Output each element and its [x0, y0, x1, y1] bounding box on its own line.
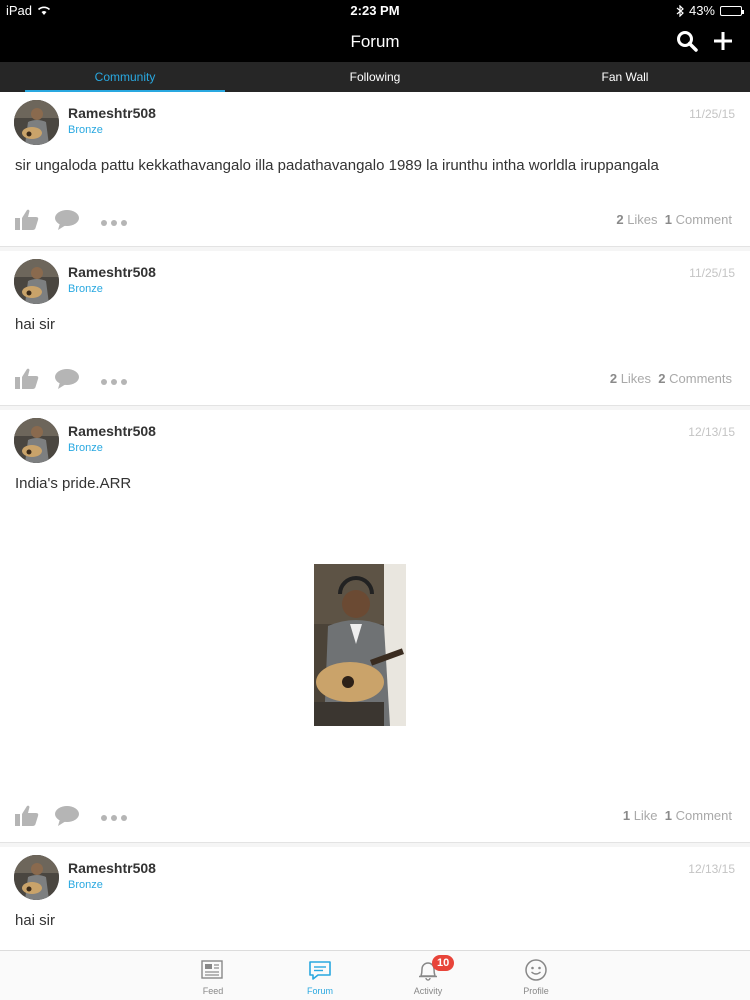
tab-forum-label: Forum: [306, 986, 333, 996]
post-text: hai sir: [15, 316, 56, 333]
avatar[interactable]: [14, 854, 59, 900]
more-options-icon[interactable]: [100, 214, 128, 232]
user-rank-badge: Bronze: [68, 283, 103, 295]
page-title: Forum: [350, 32, 400, 51]
likes-label: Like: [633, 807, 658, 823]
forum-post[interactable]: Rameshtr508 Bronze 12/13/15 India's prid…: [0, 410, 750, 843]
avatar[interactable]: [14, 100, 59, 145]
like-icon[interactable]: [14, 208, 40, 237]
battery-percent: 43%: [688, 3, 715, 18]
search-icon[interactable]: [676, 30, 698, 52]
navigation-bar: Forum: [0, 22, 750, 62]
post-photo[interactable]: [314, 563, 406, 726]
plus-icon[interactable]: [712, 30, 734, 52]
avatar[interactable]: [14, 259, 59, 304]
post-text: hai sir: [15, 911, 56, 929]
tab-profile-label: Profile: [523, 986, 549, 996]
notification-badge: 10: [432, 955, 455, 971]
chat-bubble-icon: [307, 957, 333, 983]
likes-count: 1: [622, 807, 631, 823]
tab-feed-label: Feed: [202, 986, 224, 996]
post-date: 12/13/15: [688, 861, 735, 876]
user-rank-badge: Bronze: [68, 124, 103, 136]
tab-profile[interactable]: Profile: [506, 957, 566, 996]
likes-label: Likes: [627, 212, 658, 227]
status-bar: iPad 2:23 PM 43%: [0, 0, 750, 22]
likes-count: 2: [616, 212, 624, 227]
clock: 2:23 PM: [350, 3, 400, 18]
comments-count: 2: [658, 371, 666, 386]
tab-fan-wall[interactable]: Fan Wall: [500, 62, 750, 92]
bluetooth-icon: [676, 4, 684, 17]
forum-tabs: Community Following Fan Wall: [0, 62, 750, 92]
tab-community[interactable]: Community: [0, 62, 250, 92]
smiley-icon: [523, 957, 549, 983]
bottom-tab-bar: Feed Forum 10 Activity Profile: [0, 950, 750, 1000]
newspaper-icon: [200, 957, 226, 983]
post-username[interactable]: Rameshtr508: [68, 860, 156, 876]
post-username[interactable]: Rameshtr508: [68, 423, 156, 439]
post-stats[interactable]: 2 Likes 2 Comments: [610, 371, 732, 386]
user-rank-badge: Bronze: [68, 878, 103, 891]
comments-label: Comments: [669, 371, 732, 386]
post-date: 11/25/15: [689, 266, 735, 280]
post-text: India's pride.ARR: [15, 475, 132, 492]
avatar[interactable]: [14, 418, 59, 463]
post-date: 12/13/15: [688, 425, 735, 439]
like-icon[interactable]: [14, 367, 40, 396]
more-options-icon[interactable]: [100, 809, 128, 827]
comments-count: 1: [664, 807, 673, 823]
tab-following[interactable]: Following: [250, 62, 500, 92]
comment-icon[interactable]: [54, 805, 80, 832]
user-rank-badge: Bronze: [68, 442, 103, 454]
post-username[interactable]: Rameshtr508: [68, 264, 156, 280]
tab-forum[interactable]: Forum: [290, 957, 350, 996]
post-username[interactable]: Rameshtr508: [68, 105, 156, 121]
post-stats[interactable]: 2 Likes 1 Comment: [616, 212, 732, 227]
forum-post[interactable]: Rameshtr508 Bronze 12/13/15 hai sir: [0, 847, 750, 951]
comment-icon[interactable]: [54, 209, 80, 236]
battery-icon: [720, 5, 744, 16]
forum-feed[interactable]: Rameshtr508 Bronze 11/25/15 sir ungaloda…: [0, 92, 750, 950]
post-date: 11/25/15: [689, 107, 735, 121]
likes-label: Likes: [620, 371, 652, 386]
like-icon[interactable]: [14, 804, 40, 833]
forum-post[interactable]: Rameshtr508 Bronze 11/25/15 hai sir 2 Li…: [0, 251, 750, 406]
comments-count: 1: [664, 212, 673, 227]
post-stats[interactable]: 1 Like 1 Comment: [623, 808, 732, 823]
post-text: sir ungaloda pattu kekkathavangalo illa …: [15, 157, 659, 174]
comments-label: Comment: [675, 807, 732, 823]
comments-label: Comment: [675, 212, 732, 227]
tab-activity[interactable]: 10 Activity: [398, 955, 458, 996]
forum-post[interactable]: Rameshtr508 Bronze 11/25/15 sir ungaloda…: [0, 92, 750, 247]
tab-feed[interactable]: Feed: [183, 957, 243, 996]
more-options-icon[interactable]: [100, 373, 128, 391]
bell-icon: 10: [415, 955, 455, 983]
likes-count: 2: [609, 371, 618, 386]
tab-activity-label: Activity: [413, 986, 443, 996]
comment-icon[interactable]: [54, 368, 80, 395]
